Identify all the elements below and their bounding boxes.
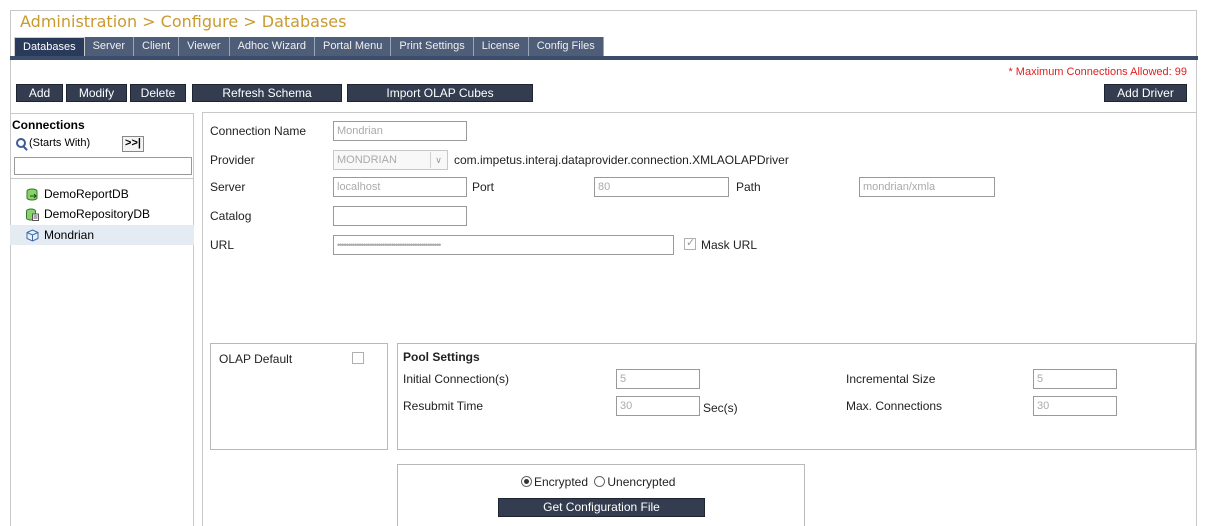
import-olap-cubes-button[interactable]: Import OLAP Cubes bbox=[347, 84, 533, 102]
delete-button[interactable]: Delete bbox=[130, 84, 186, 102]
incremental-size-label: Incremental Size bbox=[846, 372, 936, 386]
url-input[interactable] bbox=[333, 235, 674, 255]
max-connections-input[interactable] bbox=[1033, 396, 1117, 416]
resubmit-time-label: Resubmit Time bbox=[403, 399, 484, 413]
olap-default-label: OLAP Default bbox=[219, 352, 293, 366]
tab-print-settings[interactable]: Print Settings bbox=[391, 37, 474, 56]
unencrypted-label: Unencrypted bbox=[607, 475, 676, 489]
database-doc-icon bbox=[26, 208, 39, 221]
tab-portal-menu[interactable]: Portal Menu bbox=[315, 37, 392, 56]
connections-title: Connections bbox=[12, 118, 85, 132]
encryption-options: Encrypted Unencrypted bbox=[521, 475, 675, 489]
connection-label: DemoReportDB bbox=[44, 187, 129, 201]
port-input[interactable] bbox=[594, 177, 729, 197]
resubmit-time-input[interactable] bbox=[616, 396, 700, 416]
mask-url-label: Mask URL bbox=[701, 238, 758, 252]
add-button[interactable]: Add bbox=[16, 84, 63, 102]
connection-label: Mondrian bbox=[44, 228, 95, 242]
resubmit-unit-label: Sec(s) bbox=[703, 401, 738, 415]
tab-bar: Databases Server Client Viewer Adhoc Wiz… bbox=[14, 37, 604, 56]
pool-settings-title: Pool Settings bbox=[403, 350, 480, 364]
add-driver-button[interactable]: Add Driver bbox=[1104, 84, 1187, 102]
olap-default-checkbox[interactable] bbox=[352, 352, 364, 364]
tab-server[interactable]: Server bbox=[84, 37, 134, 56]
refresh-schema-button[interactable]: Refresh Schema bbox=[192, 84, 342, 102]
path-input[interactable] bbox=[859, 177, 995, 197]
tab-license[interactable]: License bbox=[473, 37, 529, 56]
max-connections-label: Max. Connections bbox=[846, 399, 943, 413]
server-label: Server bbox=[210, 180, 246, 194]
provider-select[interactable]: MONDRIAN ∨ bbox=[333, 150, 448, 170]
tab-config-files[interactable]: Config Files bbox=[528, 37, 604, 56]
connection-name-label: Connection Name bbox=[210, 124, 307, 138]
url-label: URL bbox=[210, 238, 235, 252]
tab-viewer[interactable]: Viewer bbox=[179, 37, 230, 56]
encrypted-label: Encrypted bbox=[534, 475, 589, 489]
tab-adhoc-wizard[interactable]: Adhoc Wizard bbox=[229, 37, 316, 56]
chevron-down-icon: ∨ bbox=[430, 152, 446, 168]
search-filter-label: (Starts With) bbox=[16, 137, 90, 149]
connection-item-mondrian[interactable]: Mondrian bbox=[10, 225, 194, 245]
tab-databases[interactable]: Databases bbox=[14, 37, 85, 56]
search-go-button[interactable]: >>| bbox=[122, 136, 144, 152]
provider-label: Provider bbox=[210, 153, 255, 167]
max-connections-notice: * Maximum Connections Allowed: 99 bbox=[1008, 66, 1187, 78]
starts-with-label: (Starts With) bbox=[29, 137, 91, 149]
provider-value: MONDRIAN bbox=[337, 154, 397, 166]
modify-button[interactable]: Modify bbox=[66, 84, 127, 102]
catalog-input[interactable] bbox=[333, 206, 467, 226]
connection-item-demoreportdb[interactable]: DemoReportDB bbox=[10, 184, 194, 204]
connection-name-input[interactable] bbox=[333, 121, 467, 141]
provider-driver-class: com.impetus.interaj.dataprovider.connect… bbox=[454, 153, 789, 167]
unencrypted-radio[interactable] bbox=[594, 476, 606, 487]
cube-icon bbox=[26, 228, 39, 242]
page-title: Administration > Configure > Databases bbox=[20, 12, 347, 31]
initial-connections-input[interactable] bbox=[616, 369, 700, 389]
connection-search-input[interactable] bbox=[14, 157, 192, 175]
mask-url-checkbox[interactable] bbox=[684, 236, 696, 250]
tab-client[interactable]: Client bbox=[134, 37, 180, 56]
divider bbox=[10, 178, 194, 179]
port-label: Port bbox=[472, 180, 495, 194]
server-input[interactable] bbox=[333, 177, 467, 197]
encrypted-radio[interactable] bbox=[521, 476, 532, 487]
initial-connections-label: Initial Connection(s) bbox=[403, 372, 510, 386]
tab-underline bbox=[10, 56, 1198, 60]
catalog-label: Catalog bbox=[210, 209, 252, 223]
database-arrow-icon bbox=[26, 188, 39, 201]
connection-label: DemoRepositoryDB bbox=[44, 207, 151, 221]
get-configuration-file-button[interactable]: Get Configuration File bbox=[498, 498, 705, 517]
connection-item-demorepositorydb[interactable]: DemoRepositoryDB bbox=[10, 204, 194, 224]
incremental-size-input[interactable] bbox=[1033, 369, 1117, 389]
search-icon bbox=[16, 138, 26, 148]
path-label: Path bbox=[736, 180, 761, 194]
